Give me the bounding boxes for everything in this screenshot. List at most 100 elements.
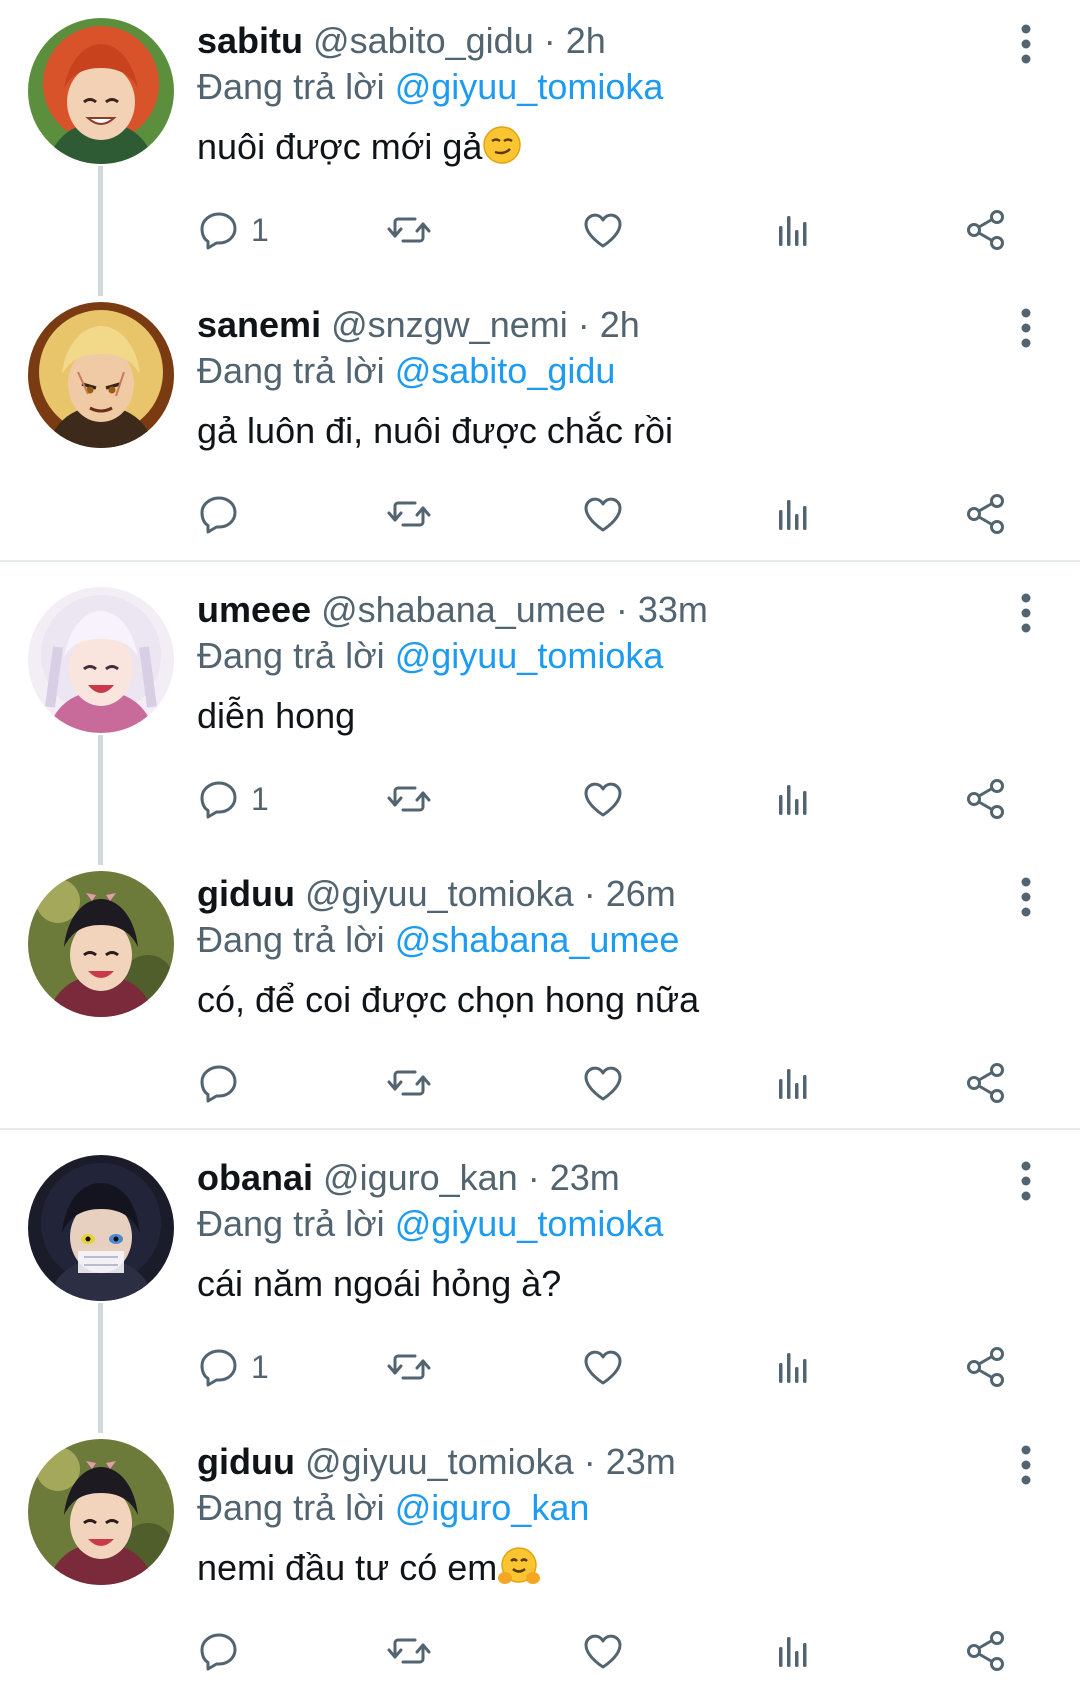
user-handle[interactable]: @sabito_gidu xyxy=(313,20,534,61)
retweet-icon xyxy=(387,777,431,821)
like-button[interactable] xyxy=(581,1337,625,1397)
share-icon xyxy=(964,777,1008,821)
replying-to: Đang trả lời @giyuu_tomioka xyxy=(197,1201,985,1247)
more-options-icon[interactable] xyxy=(1020,1445,1032,1485)
tweet-header: giduu @giyuu_tomioka · 26m xyxy=(197,873,676,914)
tweet-header: obanai @iguro_kan · 23m xyxy=(197,1157,620,1198)
reply-to-handle[interactable]: @iguro_kan xyxy=(395,1487,590,1528)
more-options-icon[interactable] xyxy=(1020,1161,1032,1201)
avatar[interactable] xyxy=(28,871,174,1017)
like-button[interactable] xyxy=(581,1621,625,1681)
avatar[interactable] xyxy=(28,18,174,164)
reply-to-handle[interactable]: @giyuu_tomioka xyxy=(395,635,664,676)
like-button[interactable] xyxy=(581,484,625,544)
user-handle[interactable]: @giyuu_tomioka xyxy=(305,1441,574,1482)
tweet-header: sabitu @sabito_gidu · 2h xyxy=(197,20,606,61)
tweet-text: có, để coi được chọn hong nữa xyxy=(197,979,700,1020)
avatar[interactable] xyxy=(28,1155,174,1301)
bar-chart-icon xyxy=(772,1345,816,1389)
timestamp[interactable]: 33m xyxy=(638,589,708,630)
share-button[interactable] xyxy=(964,484,1008,544)
timestamp[interactable]: 2h xyxy=(566,20,606,61)
views-button[interactable] xyxy=(772,1053,816,1113)
user-handle[interactable]: @iguro_kan xyxy=(323,1157,518,1198)
share-button[interactable] xyxy=(964,1053,1008,1113)
share-button[interactable] xyxy=(964,1337,1008,1397)
avatar[interactable] xyxy=(28,587,174,733)
share-button[interactable] xyxy=(964,769,1008,829)
display-name[interactable]: giduu xyxy=(197,873,295,914)
like-button[interactable] xyxy=(581,200,625,260)
reply-button[interactable]: 1 xyxy=(197,200,269,260)
more-options-icon[interactable] xyxy=(1020,593,1032,633)
retweet-button[interactable] xyxy=(387,200,431,260)
tweet-actions: 1 xyxy=(197,1337,1017,1397)
tweet-actions: 1 xyxy=(197,200,1017,260)
user-handle[interactable]: @snzgw_nemi xyxy=(331,304,568,345)
tweet[interactable]: giduu @giyuu_tomioka · 26m Đang trả lời … xyxy=(0,853,1080,1128)
display-name[interactable]: giduu xyxy=(197,1441,295,1482)
replying-to: Đang trả lời @iguro_kan xyxy=(197,1485,985,1531)
thread-divider xyxy=(0,1128,1080,1130)
heart-icon xyxy=(581,1061,625,1105)
share-icon xyxy=(964,1629,1008,1673)
reply-button[interactable] xyxy=(197,484,241,544)
like-button[interactable] xyxy=(581,769,625,829)
share-icon xyxy=(964,1061,1008,1105)
views-button[interactable] xyxy=(772,1621,816,1681)
tweet-text: gả luôn đi, nuôi được chắc rồi xyxy=(197,410,673,451)
views-button[interactable] xyxy=(772,1337,816,1397)
reply-button[interactable] xyxy=(197,1053,241,1113)
tweet[interactable]: sanemi @snzgw_nemi · 2h Đang trả lời @sa… xyxy=(0,284,1080,560)
reply-button[interactable]: 1 xyxy=(197,769,269,829)
timestamp[interactable]: 2h xyxy=(600,304,640,345)
retweet-icon xyxy=(387,208,431,252)
reply-to-handle[interactable]: @giyuu_tomioka xyxy=(395,1203,664,1244)
avatar[interactable] xyxy=(28,302,174,448)
retweet-button[interactable] xyxy=(387,769,431,829)
tweet[interactable]: umeee @shabana_umee · 33m Đang trả lời @… xyxy=(0,569,1080,859)
tweet[interactable]: obanai @iguro_kan · 23m Đang trả lời @gi… xyxy=(0,1137,1080,1427)
retweet-icon xyxy=(387,1629,431,1673)
timestamp[interactable]: 23m xyxy=(606,1441,676,1482)
views-button[interactable] xyxy=(772,769,816,829)
display-name[interactable]: sabitu xyxy=(197,20,303,61)
retweet-icon xyxy=(387,492,431,536)
share-button[interactable] xyxy=(964,200,1008,260)
tweet[interactable]: sabitu @sabito_gidu · 2h Đang trả lời @g… xyxy=(0,0,1080,290)
retweet-button[interactable] xyxy=(387,484,431,544)
timestamp[interactable]: 26m xyxy=(606,873,676,914)
reply-count: 1 xyxy=(251,1348,269,1385)
share-icon xyxy=(964,208,1008,252)
replying-to-label: Đang trả lời xyxy=(197,350,385,391)
retweet-button[interactable] xyxy=(387,1337,431,1397)
retweet-button[interactable] xyxy=(387,1621,431,1681)
replying-to-label: Đang trả lời xyxy=(197,1203,385,1244)
user-handle[interactable]: @giyuu_tomioka xyxy=(305,873,574,914)
more-options-icon[interactable] xyxy=(1020,24,1032,64)
display-name[interactable]: obanai xyxy=(197,1157,313,1198)
share-button[interactable] xyxy=(964,1621,1008,1681)
share-icon xyxy=(964,492,1008,536)
retweet-button[interactable] xyxy=(387,1053,431,1113)
like-button[interactable] xyxy=(581,1053,625,1113)
display-name[interactable]: sanemi xyxy=(197,304,321,345)
display-name[interactable]: umeee xyxy=(197,589,311,630)
user-handle[interactable]: @shabana_umee xyxy=(321,589,606,630)
tweet[interactable]: giduu @giyuu_tomioka · 23m Đang trả lời … xyxy=(0,1421,1080,1686)
reply-to-handle[interactable]: @shabana_umee xyxy=(395,919,680,960)
views-button[interactable] xyxy=(772,484,816,544)
reply-to-handle[interactable]: @sabito_gidu xyxy=(395,350,616,391)
replying-to: Đang trả lời @giyuu_tomioka xyxy=(197,633,985,679)
reply-icon xyxy=(197,777,241,821)
thread-divider xyxy=(0,560,1080,562)
reply-button[interactable]: 1 xyxy=(197,1337,269,1397)
timestamp[interactable]: 23m xyxy=(550,1157,620,1198)
replying-to-label: Đang trả lời xyxy=(197,919,385,960)
reply-button[interactable] xyxy=(197,1621,241,1681)
more-options-icon[interactable] xyxy=(1020,308,1032,348)
reply-to-handle[interactable]: @giyuu_tomioka xyxy=(395,66,664,107)
more-options-icon[interactable] xyxy=(1020,877,1032,917)
views-button[interactable] xyxy=(772,200,816,260)
avatar[interactable] xyxy=(28,1439,174,1585)
